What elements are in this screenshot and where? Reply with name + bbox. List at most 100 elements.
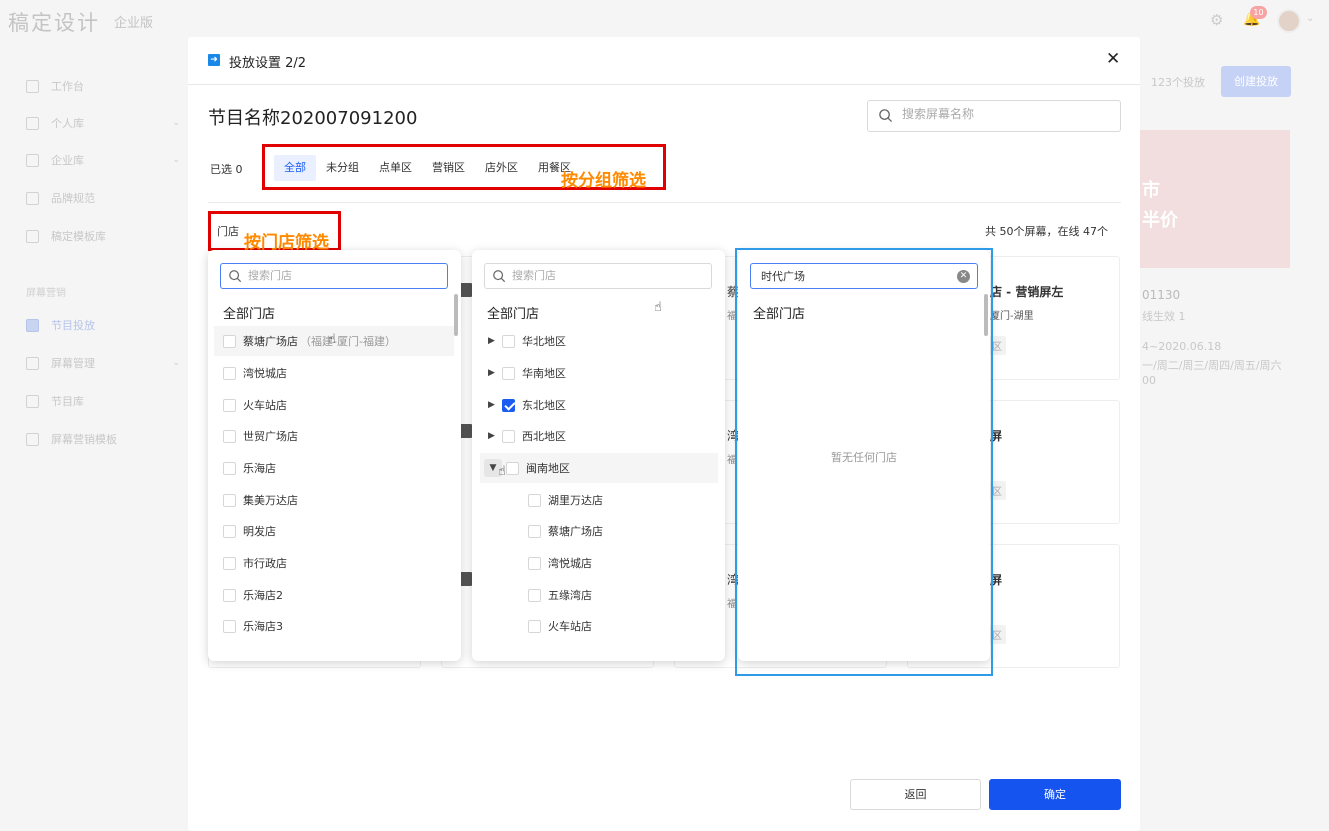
region-node[interactable]: ▶ 西北地区: [488, 421, 566, 451]
monitor-icon: [460, 424, 472, 438]
sidebar-item-brand[interactable]: 品牌规范: [26, 188, 186, 208]
store-search-input[interactable]: [512, 269, 682, 282]
gear-icon[interactable]: ⚙: [1210, 12, 1226, 28]
create-release-button[interactable]: 创建投放: [1221, 66, 1291, 97]
selected-count: 已选 0: [210, 163, 243, 176]
app-edition: 企业版: [114, 16, 154, 31]
program-status: 线生效 1: [1142, 310, 1186, 323]
checkbox[interactable]: [223, 334, 236, 348]
sidebar-item-program-library[interactable]: 节目库: [26, 391, 186, 411]
region-node[interactable]: ▶ 华北地区: [488, 326, 566, 356]
sidebar-item-personal[interactable]: 个人库 ⌄: [26, 113, 186, 133]
sidebar-item-templates[interactable]: 稿定模板库: [26, 226, 186, 246]
search-icon: [493, 270, 506, 283]
program-id: 01130: [1142, 288, 1181, 302]
store-option[interactable]: 火车站店: [223, 390, 287, 420]
program-time: 00: [1142, 374, 1156, 387]
sidebar-item-workbench[interactable]: 工作台: [26, 76, 186, 96]
checkbox[interactable]: [528, 556, 541, 570]
checkbox[interactable]: [223, 493, 236, 507]
back-button[interactable]: 返回: [850, 779, 981, 810]
app-logo: 稿定设计: [8, 11, 100, 35]
sidebar-item-screens[interactable]: 屏幕管理 ⌄: [26, 353, 186, 373]
play-icon: [26, 318, 39, 332]
program-date-range: 4~2020.06.18: [1142, 340, 1222, 353]
checkbox[interactable]: [506, 461, 519, 475]
group-filter-annotation: 按分组筛选: [561, 171, 646, 191]
scrollbar[interactable]: [454, 294, 458, 336]
checkbox[interactable]: [223, 524, 236, 538]
screen-icon: [26, 356, 39, 370]
caret-right-icon[interactable]: ▶: [488, 368, 502, 378]
store-option[interactable]: 市行政店: [223, 548, 287, 578]
monitor-icon: [460, 572, 472, 586]
store-option[interactable]: 五缘湾店: [528, 580, 592, 610]
checkbox[interactable]: [223, 366, 236, 380]
sidebar-item-marketing-templates[interactable]: 屏幕营销模板: [26, 429, 186, 449]
library-icon: [26, 394, 39, 408]
store-search-input[interactable]: [248, 269, 418, 282]
checkbox[interactable]: [223, 429, 236, 443]
store-option[interactable]: 蔡塘广场店: [528, 516, 603, 546]
checkbox[interactable]: [223, 588, 236, 602]
region-node[interactable]: ▶ 东北地区: [488, 390, 566, 420]
pointer-cursor-icon: ☝: [654, 300, 662, 315]
store-dropdown-list: 全部门店 蔡塘广场店（福建-厦门-福建） 湾悦城店 火车站店 世贸广场店 乐海店…: [208, 250, 461, 661]
all-stores-option[interactable]: 全部门店: [487, 303, 539, 322]
close-icon[interactable]: ✕: [1106, 49, 1120, 69]
template-icon: [26, 229, 39, 243]
checkbox[interactable]: [502, 429, 515, 443]
caret-right-icon[interactable]: ▶: [488, 431, 502, 441]
store-option[interactable]: 火车站店: [528, 611, 592, 641]
checkbox[interactable]: [502, 334, 515, 348]
sidebar-item-enterprise[interactable]: 企业库 ⌄: [26, 150, 186, 170]
checkbox[interactable]: [528, 588, 541, 602]
store-search-box[interactable]: [484, 263, 712, 289]
search-icon: [879, 109, 893, 123]
checkbox[interactable]: [223, 461, 236, 475]
store-option[interactable]: 乐海店: [223, 453, 276, 483]
checkbox[interactable]: [223, 556, 236, 570]
release-count: 123个投放: [1151, 76, 1205, 89]
modal-header: ➜ 投放设置 2/2 ✕: [188, 37, 1140, 85]
region-node-expanded[interactable]: ▼ 闽南地区: [480, 453, 718, 483]
screen-total-info: 共 50个屏幕，在线 47个: [985, 225, 1108, 238]
store-option[interactable]: 世贸广场店: [223, 421, 298, 451]
checkbox[interactable]: [528, 619, 541, 633]
caret-right-icon[interactable]: ▶: [488, 400, 502, 410]
store-option[interactable]: 湾悦城店: [223, 358, 287, 388]
search-icon: [229, 270, 242, 283]
screen-card-subtitle: 厦门-湖里: [990, 311, 1034, 322]
store-option[interactable]: 湖里万达店: [528, 485, 603, 515]
store-option[interactable]: 明发店: [223, 516, 276, 546]
all-stores-option[interactable]: 全部门店: [223, 303, 275, 322]
store-option[interactable]: 乐海店3: [223, 611, 283, 641]
chevron-down-icon: ⌄: [172, 155, 180, 165]
notification-badge: 10: [1250, 6, 1267, 19]
pointer-cursor-icon: ☝: [328, 332, 336, 347]
send-icon: ➜: [208, 54, 220, 66]
sidebar: 工作台 个人库 ⌄ 企业库 ⌄ 品牌规范 稿定模板库 屏幕营销 节目投放 屏幕管理 ⌄…: [0, 40, 188, 831]
checkbox-checked[interactable]: [502, 398, 515, 412]
store-search-box[interactable]: [220, 263, 448, 289]
store-option[interactable]: 湾悦城店: [528, 548, 592, 578]
confirm-button[interactable]: 确定: [989, 779, 1121, 810]
sidebar-item-program-release[interactable]: 节目投放: [26, 315, 186, 335]
checkbox[interactable]: [502, 366, 515, 380]
checkbox[interactable]: [528, 493, 541, 507]
monitor-icon: [460, 283, 472, 297]
caret-right-icon[interactable]: ▶: [488, 336, 502, 346]
checkbox[interactable]: [223, 398, 236, 412]
store-option[interactable]: 乐海店2: [223, 580, 283, 610]
checkbox[interactable]: [528, 524, 541, 538]
app-top-bar: 稿定设计 企业版 ⚙ 🔔 10 ⌄: [0, 0, 1329, 40]
store-option[interactable]: 集美万达店: [223, 485, 298, 515]
chevron-down-icon[interactable]: ⌄: [1306, 13, 1314, 24]
brand-icon: [26, 191, 39, 205]
checkbox[interactable]: [223, 619, 236, 633]
avatar[interactable]: [1277, 9, 1301, 33]
region-node[interactable]: ▶ 华南地区: [488, 358, 566, 388]
screen-search-box[interactable]: [867, 100, 1121, 132]
screen-search-input[interactable]: [902, 107, 1102, 121]
layers-icon: [26, 432, 39, 446]
